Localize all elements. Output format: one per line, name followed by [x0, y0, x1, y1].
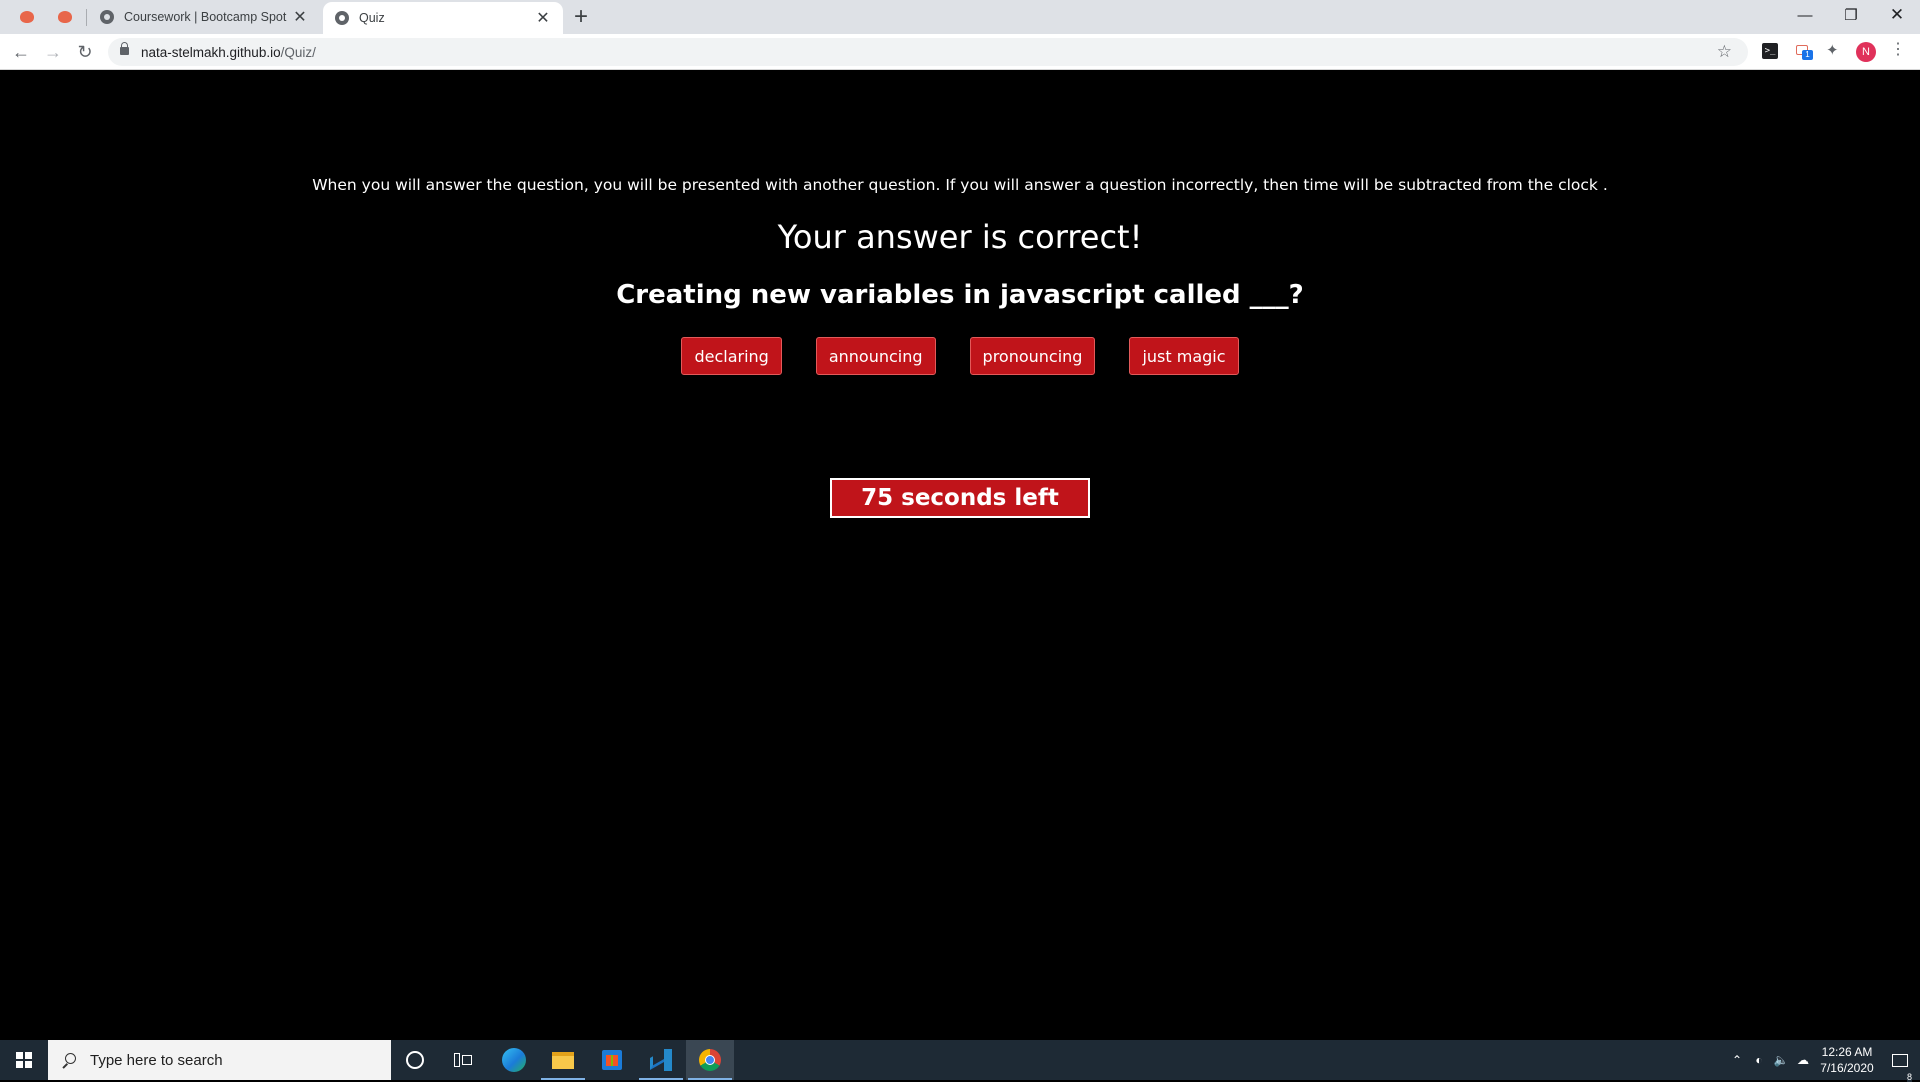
windows-logo-icon: [16, 1052, 32, 1068]
browser-tab-strip: Coursework | Bootcamp Spot ✕ Quiz ✕ + — …: [0, 0, 1920, 34]
globe-icon: [335, 11, 349, 25]
clock-time: 12:26 AM: [1821, 1045, 1873, 1059]
close-tab-icon[interactable]: ✕: [535, 8, 551, 28]
forward-button[interactable]: →: [40, 39, 66, 65]
network-icon[interactable]: ◐: [1748, 1053, 1770, 1067]
quiz-instructions: When you will answer the question, you w…: [312, 176, 1608, 194]
url-host: nata-stelmakh.github.io: [141, 44, 281, 60]
tab-quiz[interactable]: Quiz ✕: [323, 2, 563, 34]
bootcamp-favicon-icon: [20, 11, 34, 23]
quiz-page: When you will answer the question, you w…: [0, 70, 1920, 1040]
pinned-tab-1[interactable]: [8, 0, 46, 34]
answer-feedback: Your answer is correct!: [777, 218, 1143, 256]
extensions-puzzle-icon[interactable]: ✦: [1826, 41, 1839, 59]
globe-icon: [100, 10, 114, 24]
taskbar-search-box[interactable]: Type here to search: [48, 1040, 391, 1080]
edge-icon: [502, 1048, 526, 1072]
extension-icon[interactable]: 1: [1794, 43, 1813, 60]
task-view-button[interactable]: [439, 1040, 487, 1080]
answer-button-announcing[interactable]: announcing: [815, 337, 936, 375]
countdown-timer: 75 seconds left: [830, 478, 1090, 518]
browser-toolbar: ← → ↻ nata-stelmakh.github.io/Quiz/ ☆ >_…: [0, 34, 1920, 70]
terminal-extension-icon[interactable]: >_: [1762, 43, 1778, 59]
bootcamp-favicon-icon: [58, 11, 72, 23]
edge-taskbar-button[interactable]: [490, 1040, 538, 1080]
notification-count: 8: [1906, 1071, 1912, 1082]
file-explorer-taskbar-button[interactable]: [539, 1040, 587, 1080]
answer-button-declaring[interactable]: declaring: [681, 337, 782, 375]
new-tab-button[interactable]: +: [574, 3, 588, 31]
close-window-button[interactable]: ✕: [1874, 0, 1920, 30]
answer-button-just-magic[interactable]: just magic: [1129, 337, 1239, 375]
start-button[interactable]: [0, 1040, 48, 1080]
cortana-button[interactable]: [391, 1040, 439, 1080]
chevron-up-icon[interactable]: ⌃: [1726, 1053, 1748, 1067]
reload-button[interactable]: ↻: [72, 39, 98, 65]
close-tab-icon[interactable]: ✕: [292, 7, 308, 27]
action-center-button[interactable]: 8: [1880, 1053, 1920, 1082]
cortana-icon: [406, 1051, 424, 1069]
chrome-taskbar-button[interactable]: [686, 1040, 734, 1080]
system-clock[interactable]: 12:26 AM 7/16/2020: [1814, 1044, 1880, 1076]
chrome-icon: [699, 1049, 721, 1071]
profile-avatar[interactable]: N: [1856, 42, 1876, 62]
tab-coursework[interactable]: Coursework | Bootcamp Spot ✕: [88, 0, 320, 34]
answer-choices: declaring announcing pronouncing just ma…: [0, 337, 1920, 375]
url-text[interactable]: nata-stelmakh.github.io/Quiz/: [141, 45, 316, 60]
notification-icon: [1892, 1053, 1908, 1067]
clock-date: 7/16/2020: [1820, 1061, 1874, 1075]
address-bar[interactable]: nata-stelmakh.github.io/Quiz/ ☆: [108, 38, 1748, 66]
system-tray: ⌃ ◐ 🔈 ☁ 12:26 AM 7/16/2020 8: [1726, 1040, 1920, 1082]
search-icon: [62, 1053, 76, 1067]
extension-badge-count: 1: [1802, 50, 1813, 60]
tab-title: Quiz: [359, 11, 385, 25]
tab-separator: [86, 9, 87, 26]
browser-menu-icon[interactable]: ⋮: [1890, 39, 1906, 59]
vscode-icon: [650, 1049, 672, 1071]
answer-button-pronouncing[interactable]: pronouncing: [969, 337, 1096, 375]
search-placeholder: Type here to search: [90, 1051, 223, 1069]
folder-icon: [552, 1051, 574, 1069]
store-taskbar-button[interactable]: [588, 1040, 636, 1080]
restore-button[interactable]: ❐: [1828, 0, 1874, 30]
task-view-icon: [454, 1053, 472, 1067]
url-path: /Quiz/: [280, 44, 316, 60]
onedrive-cloud-icon[interactable]: ☁: [1792, 1053, 1814, 1067]
lock-icon: [120, 42, 129, 57]
back-button[interactable]: ←: [8, 39, 34, 65]
bookmark-star-icon[interactable]: ☆: [1717, 38, 1732, 66]
minimize-button[interactable]: —: [1782, 0, 1828, 30]
question-text: Creating new variables in javascript cal…: [616, 280, 1304, 310]
pinned-tab-2[interactable]: [46, 0, 84, 34]
windows-taskbar: Type here to search ⌃ ◐ 🔈 ☁ 12:26 AM 7/1…: [0, 1040, 1920, 1082]
vscode-taskbar-button[interactable]: [637, 1040, 685, 1080]
volume-icon[interactable]: 🔈: [1770, 1053, 1792, 1067]
tab-title: Coursework | Bootcamp Spot: [124, 10, 287, 24]
store-icon: [602, 1050, 622, 1070]
